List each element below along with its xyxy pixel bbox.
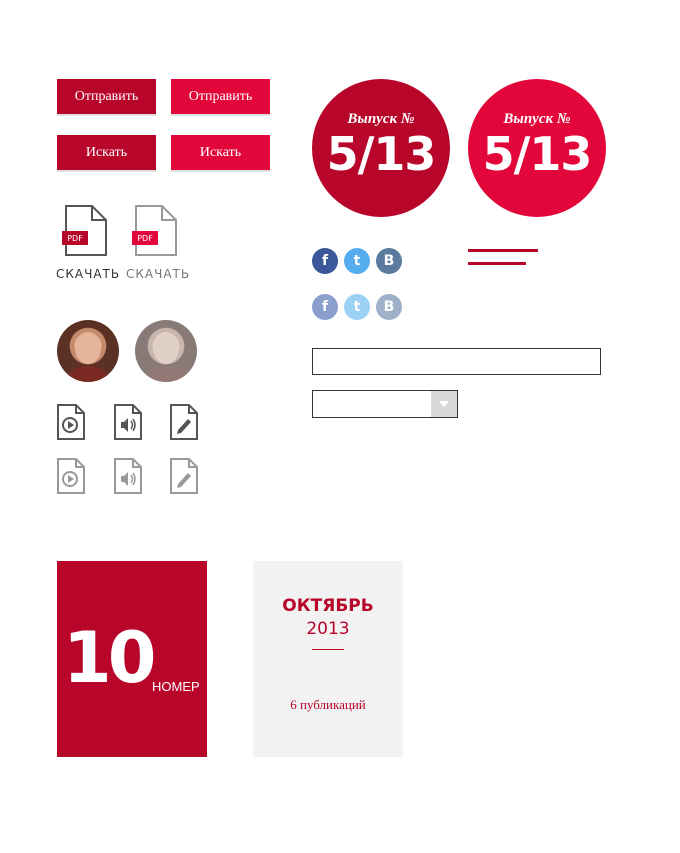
- pdf-download-link[interactable]: PDF СКАЧАТЬ: [56, 205, 121, 285]
- facebook-icon[interactable]: f: [312, 248, 338, 274]
- facebook-icon-light[interactable]: f: [312, 294, 338, 320]
- download-label: СКАЧАТЬ: [126, 267, 191, 281]
- year-label: 2013: [306, 619, 350, 639]
- search-button-hover[interactable]: Искать: [171, 135, 270, 170]
- month-tile[interactable]: ОКТЯБРЬ 2013 6 публикаций: [253, 561, 403, 757]
- vk-icon[interactable]: B: [376, 248, 402, 274]
- issue-number-tile[interactable]: 10 НОМЕР: [57, 561, 207, 757]
- audio-file-icon[interactable]: [113, 404, 143, 440]
- pdf-file-icon: PDF: [62, 205, 107, 256]
- audio-file-icon-light[interactable]: [113, 458, 143, 494]
- twitter-icon[interactable]: t: [344, 248, 370, 274]
- avatar[interactable]: [57, 320, 119, 382]
- vk-icon-light[interactable]: B: [376, 294, 402, 320]
- issue-label: Выпуск №: [503, 111, 571, 127]
- twitter-icon-light[interactable]: t: [344, 294, 370, 320]
- month-divider: [312, 649, 344, 650]
- pdf-file-icon: PDF: [132, 205, 177, 256]
- publications-count: 6 публикаций: [290, 697, 366, 712]
- chevron-down-icon[interactable]: [431, 391, 457, 417]
- pdf-download-link-hover[interactable]: PDF СКАЧАТЬ: [126, 205, 191, 285]
- issue-badge-hover[interactable]: Выпуск № 5/13: [468, 79, 606, 217]
- divider-line-short: [468, 262, 526, 265]
- download-label: СКАЧАТЬ: [56, 267, 121, 281]
- avatar-faded[interactable]: [135, 320, 197, 382]
- issue-badge[interactable]: Выпуск № 5/13: [312, 79, 450, 217]
- edit-file-icon[interactable]: [169, 404, 199, 440]
- send-button-primary[interactable]: Отправить: [57, 79, 156, 114]
- play-file-icon[interactable]: [56, 404, 86, 440]
- pdf-badge: PDF: [67, 234, 83, 243]
- month-label: ОКТЯБРЬ: [282, 596, 374, 616]
- issue-label: Выпуск №: [347, 111, 415, 127]
- select-dropdown[interactable]: [312, 390, 458, 418]
- pdf-badge: PDF: [137, 234, 153, 243]
- search-button-primary[interactable]: Искать: [57, 135, 156, 170]
- text-input[interactable]: [312, 348, 601, 375]
- issue-number: 5/13: [482, 127, 593, 181]
- issue-number: 5/13: [326, 127, 437, 181]
- tile-suffix: НОМЕР: [152, 679, 200, 694]
- send-button-hover[interactable]: Отправить: [171, 79, 270, 114]
- edit-file-icon-light[interactable]: [169, 458, 199, 494]
- tile-number: 10: [63, 617, 156, 699]
- divider-line-long: [468, 249, 538, 252]
- play-file-icon-light[interactable]: [56, 458, 86, 494]
